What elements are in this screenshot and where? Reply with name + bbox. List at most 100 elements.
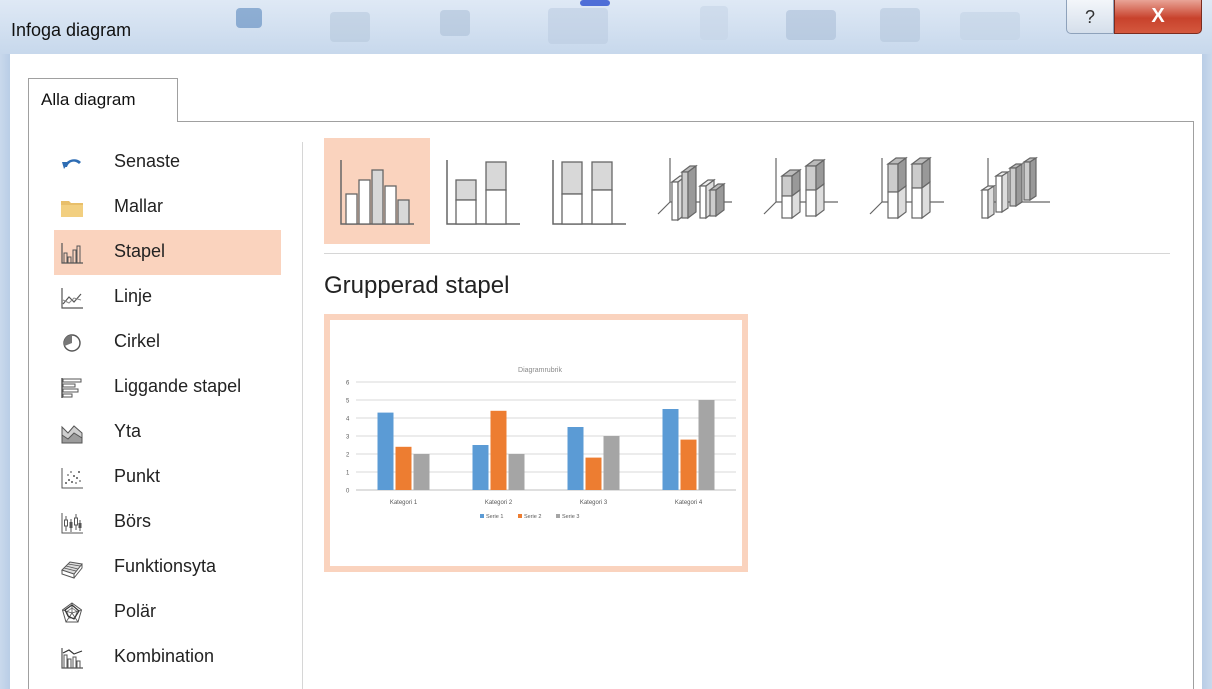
title-bar: Infoga diagram ? X (0, 0, 1212, 54)
sidebar-item-label: Liggande stapel (114, 376, 242, 396)
sidebar-item-senaste[interactable]: Senaste (54, 140, 281, 185)
legend-label: Serie 2 (524, 514, 541, 520)
chart-type-list: Senaste Mallar Stapel Linje Cirkel Ligga… (54, 140, 292, 680)
bar-serie-2 (680, 439, 697, 490)
sidebar-item-mallar[interactable]: Mallar (54, 185, 281, 230)
category-label: Kategori 3 (580, 500, 608, 506)
sidebar-item-label: Börs (114, 511, 152, 531)
bar-serie-3 (413, 454, 430, 490)
bar-serie-3 (603, 436, 620, 490)
category-label: Kategori 1 (390, 500, 418, 506)
y-tick-label: 3 (346, 435, 350, 441)
line-chart-icon (61, 288, 83, 309)
clustered-column-icon (340, 160, 414, 225)
sidebar-item-bors[interactable]: Börs (54, 500, 281, 545)
gallery-divider (324, 253, 1170, 254)
scatter-chart-icon (61, 468, 83, 489)
sidebar-item-label: Polär (114, 601, 157, 621)
surface-chart-icon (61, 561, 83, 579)
combo-chart-icon (61, 648, 83, 669)
tab-label: Alla diagram (41, 90, 136, 109)
close-button[interactable]: X (1114, 0, 1202, 34)
folder-icon (61, 201, 83, 217)
background-blob (236, 8, 262, 28)
window-frame-right (1202, 54, 1212, 689)
3d-column-icon (980, 156, 1050, 220)
background-blob (580, 0, 610, 6)
chart-subtype-gallery (324, 138, 1084, 244)
sidebar-item-kombination[interactable]: Kombination (54, 635, 281, 680)
background-blob (960, 12, 1020, 40)
recent-icon (62, 159, 81, 169)
pie-chart-icon (63, 334, 81, 352)
sidebar-item-label: Kombination (114, 646, 215, 666)
subtype-stacked-column[interactable] (430, 138, 536, 244)
subtype-3d-100-stacked-column[interactable] (854, 138, 960, 244)
subtype-clustered-column[interactable] (324, 138, 430, 244)
sidebar-item-stapel[interactable]: Stapel (54, 230, 281, 275)
window-frame-left (0, 54, 10, 689)
y-tick-label: 4 (346, 417, 350, 423)
legend-swatch (518, 514, 522, 518)
3d-100-stacked-column-icon (869, 156, 944, 220)
stock-chart-icon (61, 513, 83, 534)
chart-preview[interactable]: Diagramrubrik 0 1 2 3 4 5 6 Kategori 1 Kategori 2… (324, 314, 748, 572)
bar-serie-3 (508, 454, 525, 490)
sidebar-item-punkt[interactable]: Punkt (54, 455, 281, 500)
bar-serie-1 (377, 412, 394, 490)
bar-serie-1 (662, 409, 679, 490)
legend-swatch (480, 514, 484, 518)
sidebar-item-linje[interactable]: Linje (54, 275, 281, 320)
sidebar-item-liggande-stapel[interactable]: Liggande stapel (54, 365, 281, 410)
background-blob (330, 12, 370, 42)
subtype-3d-stacked-column[interactable] (748, 138, 854, 244)
y-tick-label: 2 (346, 453, 350, 459)
chart-title: Diagramrubrik (518, 367, 562, 374)
sidebar-item-label: Linje (114, 286, 153, 306)
background-blob (700, 6, 728, 40)
sidebar-item-label: Cirkel (114, 331, 161, 351)
sidebar-item-funktionsyta[interactable]: Funktionsyta (54, 545, 281, 590)
subtype-3d-clustered-column[interactable] (642, 138, 748, 244)
background-blob (880, 8, 920, 42)
sidebar-item-cirkel[interactable]: Cirkel (54, 320, 281, 365)
bar-serie-3 (698, 400, 715, 490)
3d-stacked-column-icon (763, 158, 838, 220)
subtype-title: Grupperad stapel (324, 272, 510, 299)
legend-swatch (556, 514, 560, 518)
help-button[interactable]: ? (1066, 0, 1114, 34)
bar-serie-2 (490, 410, 507, 490)
dialog-body: Alla diagram Senaste Mallar Stapel Linje… (10, 54, 1202, 689)
background-blob (440, 10, 470, 36)
tab-all-charts[interactable]: Alla diagram (28, 78, 178, 122)
legend-label: Serie 1 (486, 514, 503, 520)
sidebar-item-label: Funktionsyta (114, 556, 217, 576)
category-label: Kategori 2 (485, 500, 513, 506)
sidebar-item-yta[interactable]: Yta (54, 410, 281, 455)
area-chart-icon (61, 425, 83, 444)
sidebar-item-polar[interactable]: Polär (54, 590, 281, 635)
stacked-column-icon (446, 160, 520, 225)
y-tick-label: 5 (346, 399, 350, 405)
radar-chart-icon (61, 602, 83, 623)
y-tick-label: 6 (346, 381, 350, 387)
subtype-3d-column[interactable] (960, 138, 1066, 244)
column-chart-icon (61, 243, 83, 264)
y-tick-label: 1 (346, 471, 350, 477)
panel-divider (302, 142, 303, 689)
bar-chart-icon (61, 378, 82, 398)
3d-clustered-column-icon (657, 158, 732, 222)
100-stacked-column-icon (552, 160, 626, 225)
background-blob (786, 10, 836, 40)
preview-chart: Diagramrubrik 0 1 2 3 4 5 6 Kategori 1 Kategori 2… (346, 367, 736, 520)
sidebar-item-label: Mallar (114, 196, 164, 216)
y-tick-label: 0 (346, 489, 350, 495)
sidebar-item-label: Yta (114, 421, 142, 441)
sidebar-item-label: Punkt (114, 466, 161, 486)
subtype-100-stacked-column[interactable] (536, 138, 642, 244)
category-label: Kategori 4 (675, 500, 703, 506)
bar-serie-1 (472, 445, 489, 490)
sidebar-item-label: Stapel (114, 241, 166, 261)
legend-label: Serie 3 (562, 514, 579, 520)
bar-serie-2 (395, 446, 412, 490)
